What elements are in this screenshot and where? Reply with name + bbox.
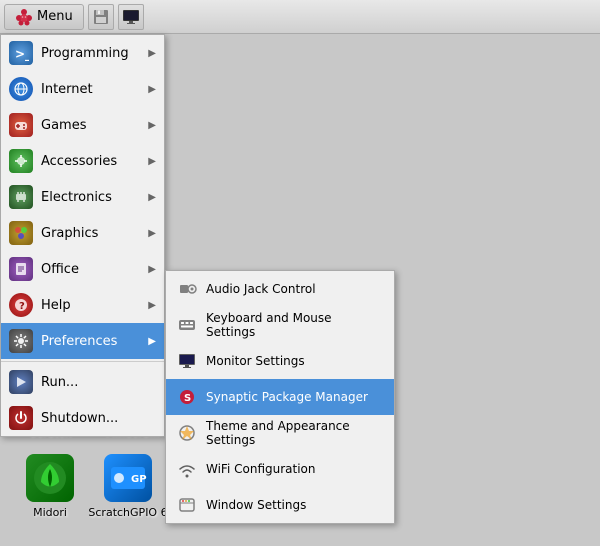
menu-item-shutdown[interactable]: Shutdown... <box>1 400 164 436</box>
internet-label: Internet <box>41 82 148 97</box>
synaptic-icon: S <box>176 386 198 408</box>
run-label: Run... <box>41 375 156 390</box>
wifi-label: WiFi Configuration <box>206 462 316 476</box>
main-menu: >_ Programming ▶ Internet ▶ <box>0 34 165 437</box>
menu-item-office[interactable]: Office ▶ <box>1 251 164 287</box>
monitor-icon <box>122 9 140 25</box>
synaptic-label: Synaptic Package Manager <box>206 390 368 404</box>
monitor-label: Monitor Settings <box>206 354 305 368</box>
menu-item-run[interactable]: Run... <box>1 364 164 400</box>
wifi-icon <box>176 458 198 480</box>
accessories-arrow: ▶ <box>148 156 156 167</box>
office-arrow: ▶ <box>148 264 156 275</box>
theme-label: Theme and Appearance Settings <box>206 419 384 447</box>
run-icon <box>9 370 33 394</box>
help-arrow: ▶ <box>148 300 156 311</box>
preferences-arrow: ▶ <box>148 336 156 347</box>
graphics-icon <box>9 221 33 245</box>
svg-text:>_: >_ <box>15 47 29 61</box>
internet-arrow: ▶ <box>148 84 156 95</box>
submenu-item-window[interactable]: Window Settings <box>166 487 394 523</box>
keyboard-mouse-label: Keyboard and Mouse Settings <box>206 311 384 339</box>
submenu-item-synaptic[interactable]: S Synaptic Package Manager <box>166 379 394 415</box>
menu-divider-1 <box>1 361 164 362</box>
graphics-arrow: ▶ <box>148 228 156 239</box>
monitor-settings-icon <box>176 350 198 372</box>
save-taskbar-button[interactable] <box>88 4 114 30</box>
programming-arrow: ▶ <box>148 48 156 59</box>
submenu-item-theme[interactable]: Theme and Appearance Settings <box>166 415 394 451</box>
menu-item-electronics[interactable]: Electronics ▶ <box>1 179 164 215</box>
preferences-submenu: Audio Jack Control Keyboard and Mouse Se… <box>165 270 395 524</box>
menu-item-preferences[interactable]: Preferences ▶ <box>1 323 164 359</box>
submenu-item-monitor[interactable]: Monitor Settings <box>166 343 394 379</box>
graphics-label: Graphics <box>41 226 148 241</box>
scratchgpio-icon: GPIO <box>104 454 152 502</box>
theme-icon <box>176 422 198 444</box>
submenu-item-audio-jack[interactable]: Audio Jack Control <box>166 271 394 307</box>
scratchgpio-desktop-icon[interactable]: GPIO ScratchGPIO 6 <box>88 454 168 519</box>
programming-label: Programming <box>41 46 148 61</box>
audio-jack-label: Audio Jack Control <box>206 282 316 296</box>
menu-item-help[interactable]: ? Help ▶ <box>1 287 164 323</box>
electronics-label: Electronics <box>41 190 148 205</box>
scratchgpio-label: ScratchGPIO 6 <box>88 506 167 519</box>
programming-icon: >_ <box>9 41 33 65</box>
monitor-taskbar-button[interactable] <box>118 4 144 30</box>
games-arrow: ▶ <box>148 120 156 131</box>
help-icon: ? <box>9 293 33 317</box>
electronics-icon <box>9 185 33 209</box>
menu-item-graphics[interactable]: Graphics ▶ <box>1 215 164 251</box>
menu-item-programming[interactable]: >_ Programming ▶ <box>1 35 164 71</box>
shutdown-icon <box>9 406 33 430</box>
accessories-label: Accessories <box>41 154 148 169</box>
svg-text:?: ? <box>19 301 25 312</box>
games-label: Games <box>41 118 148 133</box>
office-label: Office <box>41 262 148 277</box>
electronics-arrow: ▶ <box>148 192 156 203</box>
preferences-label: Preferences <box>41 334 148 349</box>
window-settings-icon <box>176 494 198 516</box>
internet-icon <box>9 77 33 101</box>
keyboard-icon <box>176 314 198 336</box>
menu-item-games[interactable]: Games ▶ <box>1 107 164 143</box>
midori-icon <box>26 454 74 502</box>
submenu-item-keyboard-mouse[interactable]: Keyboard and Mouse Settings <box>166 307 394 343</box>
raspberry-icon <box>15 8 33 26</box>
accessories-icon <box>9 149 33 173</box>
taskbar: Menu <box>0 0 600 34</box>
menu-item-accessories[interactable]: Accessories ▶ <box>1 143 164 179</box>
submenu-item-wifi[interactable]: WiFi Configuration <box>166 451 394 487</box>
shutdown-label: Shutdown... <box>41 411 156 426</box>
preferences-icon <box>9 329 33 353</box>
svg-text:GPIO: GPIO <box>131 474 147 485</box>
save-icon <box>93 9 109 25</box>
menu-label: Menu <box>37 9 73 24</box>
midori-desktop-icon[interactable]: Midori <box>10 454 90 519</box>
office-icon <box>9 257 33 281</box>
menu-button[interactable]: Menu <box>4 4 84 30</box>
games-icon <box>9 113 33 137</box>
svg-text:S: S <box>184 393 191 404</box>
window-label: Window Settings <box>206 498 306 512</box>
audio-icon <box>176 278 198 300</box>
midori-label: Midori <box>33 506 67 519</box>
help-label: Help <box>41 298 148 313</box>
menu-item-internet[interactable]: Internet ▶ <box>1 71 164 107</box>
